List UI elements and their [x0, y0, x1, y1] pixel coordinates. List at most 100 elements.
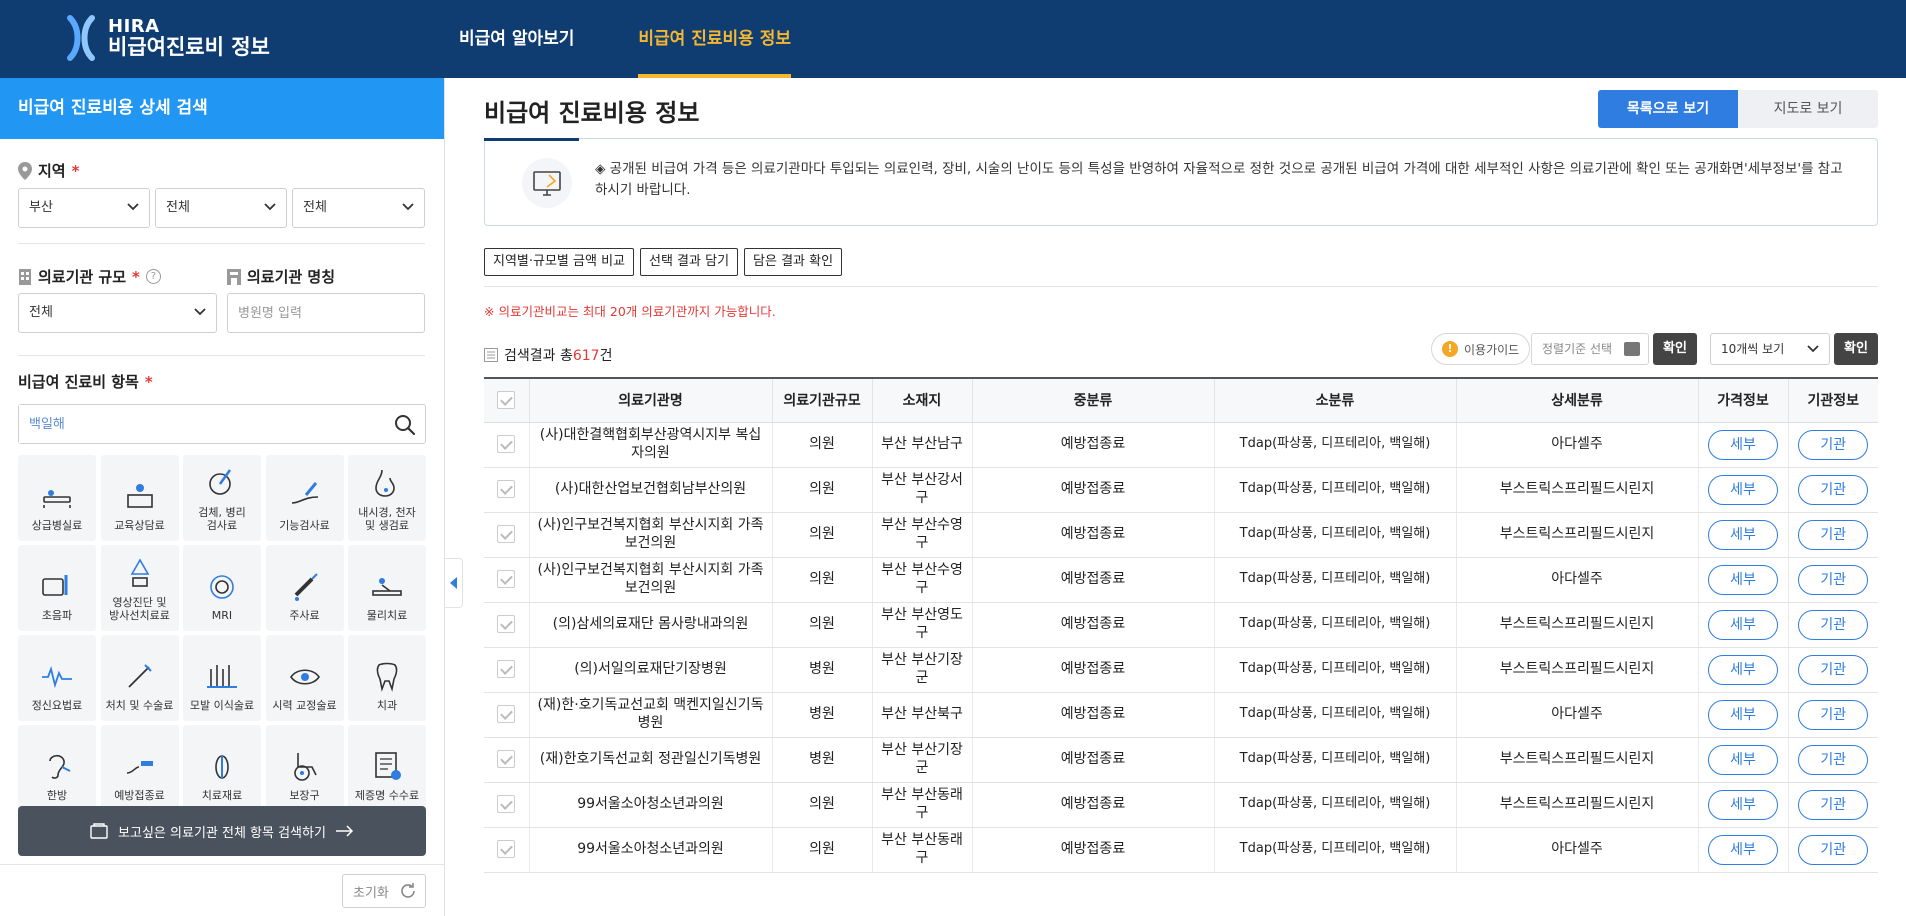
detail-button[interactable]: 세부: [1708, 654, 1778, 685]
row-checkbox[interactable]: [497, 480, 516, 499]
institution-button[interactable]: 기관: [1798, 564, 1869, 595]
nav-about-noncovered[interactable]: 비급여 알아보기: [459, 0, 574, 78]
detail-button[interactable]: 세부: [1708, 609, 1778, 640]
add-selection-button[interactable]: 선택 결과 담기: [640, 248, 739, 276]
detail-button[interactable]: 세부: [1708, 834, 1778, 865]
sort-select[interactable]: 정렬기준 선택: [1531, 333, 1649, 365]
institution-button[interactable]: 기관: [1798, 474, 1869, 505]
select-all-checkbox[interactable]: [497, 391, 516, 410]
cell-location: 부산 부산수영구: [871, 512, 972, 558]
per-page-confirm-button[interactable]: 확인: [1834, 333, 1878, 365]
sort-placeholder: 정렬기준 선택: [1542, 342, 1613, 356]
category-label: 주사료: [289, 609, 320, 623]
category-tile-lab[interactable]: 검체, 병리 검사료: [183, 455, 261, 541]
category-tile-physio[interactable]: 물리치료: [348, 545, 426, 631]
cell-price-info: 세부: [1697, 557, 1788, 603]
hospital-name-input[interactable]: [227, 293, 425, 333]
view-saved-button[interactable]: 담은 결과 확인: [744, 248, 843, 276]
search-icon[interactable]: [393, 413, 417, 437]
institution-button[interactable]: 기관: [1798, 519, 1869, 550]
row-checkbox[interactable]: [497, 705, 516, 724]
category-tile-imaging[interactable]: 영상진단 및 방사선치료료: [100, 545, 179, 631]
results-table: 의료기관명 의료기관규모 소재지 중분류 소분류 상세분류 가격정보 기관정보 …: [484, 377, 1878, 873]
table-row: (의)삼세의료재단 몸사랑내과의원 의원 부산 부산영도구 예방접종료 Tdap(파상풍…: [484, 602, 1878, 648]
institution-button[interactable]: 기관: [1798, 429, 1869, 460]
row-checkbox[interactable]: [497, 750, 516, 769]
detail-button[interactable]: 세부: [1708, 429, 1778, 460]
help-icon[interactable]: ?: [145, 269, 161, 284]
sort-confirm-button[interactable]: 확인: [1653, 333, 1697, 365]
row-checkbox[interactable]: [497, 660, 516, 679]
cell-location: 부산 부산영도구: [871, 602, 972, 648]
map-view-button[interactable]: 지도로 보기: [1738, 90, 1878, 128]
category-tile-function[interactable]: 기능검사료: [265, 455, 344, 541]
detail-button[interactable]: 세부: [1708, 474, 1778, 505]
divider: [484, 286, 1878, 287]
category-tile-dental[interactable]: 치과: [348, 635, 426, 721]
detail-button[interactable]: 세부: [1708, 789, 1778, 820]
row-checkbox[interactable]: [497, 795, 516, 814]
usage-guide-button[interactable]: ! 이용가이드: [1431, 333, 1531, 365]
category-tile-endoscopy[interactable]: 내시경, 천자 및 생검료: [348, 455, 426, 541]
cell-detail-category: 부스트릭스프리필드시린지: [1455, 602, 1698, 648]
detail-button[interactable]: 세부: [1708, 564, 1778, 595]
sidebar-collapse-button[interactable]: [445, 558, 463, 608]
institution-button[interactable]: 기관: [1798, 744, 1869, 775]
category-tile-material[interactable]: 치료재료: [183, 725, 261, 811]
category-tile-surgery[interactable]: 처치 및 수술료: [100, 635, 179, 721]
category-tile-vision[interactable]: 시력 교정술료: [265, 635, 344, 721]
region-city-select[interactable]: 부산: [18, 188, 150, 228]
category-tile-mri[interactable]: MRI: [183, 545, 261, 631]
cell-inst-info: 기관: [1787, 557, 1878, 603]
cell-name: (사)대한결핵협회부산광역시지부 복십자의원: [528, 422, 772, 468]
row-checkbox[interactable]: [497, 615, 516, 634]
action-buttons: 지역별·규모별 금액 비교 선택 결과 담기 담은 결과 확인: [484, 248, 843, 276]
category-tile-ultrasound[interactable]: 초음파: [18, 545, 96, 631]
divider: [18, 243, 425, 244]
row-checkbox[interactable]: [497, 570, 516, 589]
category-tile-injection[interactable]: 주사료: [265, 545, 344, 631]
cell-location: 부산 부산강서구: [871, 467, 972, 513]
cell-mid-category: 예방접종료: [971, 782, 1214, 828]
size-select[interactable]: 전체: [18, 293, 217, 333]
category-tile-vaccine[interactable]: 예방접종료: [100, 725, 179, 811]
cell-mid-category: 예방접종료: [971, 647, 1214, 693]
detail-button[interactable]: 세부: [1708, 744, 1778, 775]
category-tile-room[interactable]: 상급병실료: [18, 455, 96, 541]
item-search-input[interactable]: [19, 405, 379, 443]
cell-price-info: 세부: [1697, 602, 1788, 648]
category-tile-oriental[interactable]: 한방: [18, 725, 96, 811]
row-checkbox[interactable]: [497, 435, 516, 454]
bed-icon: [43, 490, 71, 509]
institution-button[interactable]: 기관: [1798, 654, 1869, 685]
cell-detail-category: 아다셀주: [1455, 557, 1698, 603]
category-tile-device[interactable]: 보장구: [265, 725, 344, 811]
per-page-select[interactable]: 10개씩 보기: [1710, 333, 1830, 365]
reset-label: 초기화: [353, 885, 389, 901]
cell-mid-category: 예방접종료: [971, 827, 1214, 873]
search-all-items-button[interactable]: 보고싶은 의료기관 전체 항목 검색하기: [18, 806, 426, 856]
table-row: (사)대한산업보건협회남부산의원 의원 부산 부산강서구 예방접종료 Tdap(파상풍,…: [484, 467, 1878, 513]
institution-button[interactable]: 기관: [1798, 789, 1869, 820]
row-checkbox[interactable]: [497, 525, 516, 544]
institution-button[interactable]: 기관: [1798, 699, 1869, 730]
institution-button[interactable]: 기관: [1798, 834, 1869, 865]
category-tile-consult[interactable]: 교육상담료: [100, 455, 179, 541]
region-town-select[interactable]: 전체: [292, 188, 425, 228]
detail-button[interactable]: 세부: [1708, 699, 1778, 730]
row-checkbox[interactable]: [497, 840, 516, 859]
list-view-button[interactable]: 목록으로 보기: [1598, 90, 1738, 128]
cell-price-info: 세부: [1697, 467, 1788, 513]
institution-button[interactable]: 기관: [1798, 609, 1869, 640]
category-tile-certificate[interactable]: 제증명 수수료: [348, 725, 426, 811]
category-label: 기능검사료: [279, 519, 330, 533]
nav-cost-info[interactable]: 비급여 진료비용 정보: [638, 0, 791, 78]
compare-button[interactable]: 지역별·규모별 금액 비교: [484, 248, 634, 276]
hair-icon: [207, 665, 237, 689]
detail-button[interactable]: 세부: [1708, 519, 1778, 550]
reset-button[interactable]: 초기화: [342, 874, 426, 908]
logo[interactable]: HIRA 비급여진료비 정보: [64, 14, 270, 62]
category-tile-hair[interactable]: 모발 이식술료: [183, 635, 261, 721]
category-tile-psych[interactable]: 정신요법료: [18, 635, 96, 721]
region-district-select[interactable]: 전체: [155, 188, 287, 228]
